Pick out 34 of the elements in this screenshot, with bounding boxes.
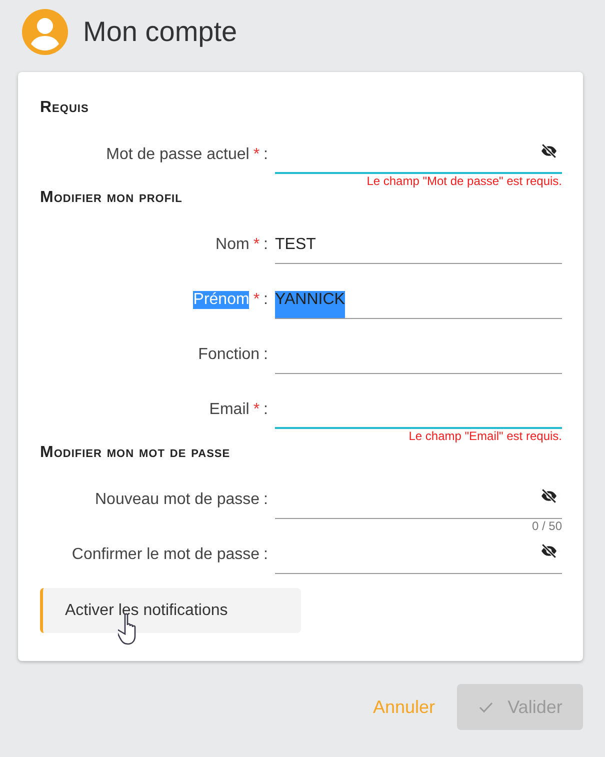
character-counter: 0 / 50 [532, 519, 562, 533]
label-colon: : [264, 401, 268, 419]
field-label: Email [209, 401, 250, 419]
notifications-button[interactable]: Activer les notifications [40, 588, 301, 633]
label-colon: : [264, 346, 268, 364]
label-colon: : [264, 291, 268, 309]
user-avatar-icon [22, 9, 68, 55]
required-asterisk: * [253, 291, 260, 309]
field-label: Confirmer le mot de passe [72, 546, 260, 564]
eye-slash-icon[interactable] [540, 542, 558, 560]
error-message: Le champ "Email" est requis. [408, 429, 562, 443]
required-asterisk: * [253, 236, 260, 254]
label-colon: : [264, 546, 268, 564]
label-colon: : [264, 491, 268, 509]
error-message: Le champ "Mot de passe" est requis. [366, 174, 562, 188]
field-label: Fonction [198, 346, 260, 364]
eye-slash-icon[interactable] [540, 487, 558, 505]
label-colon: : [264, 236, 268, 254]
input-field[interactable]: TEST [275, 224, 562, 264]
field-label: Mot de passe actuel [106, 146, 250, 164]
required-asterisk: * [253, 401, 260, 419]
field-value: YANNICK [275, 291, 345, 318]
section-heading: Modifier mon profil [40, 188, 182, 208]
page-title: Mon compte [83, 16, 238, 48]
field-value: TEST [275, 236, 316, 255]
section-heading: Modifier mon mot de passe [40, 443, 230, 463]
field-label: Nouveau mot de passe [95, 491, 260, 509]
label-colon: : [264, 146, 268, 164]
required-asterisk: * [253, 146, 260, 164]
field-label: Nom [216, 236, 250, 254]
eye-slash-icon[interactable] [540, 142, 558, 160]
field-label: Prénom [193, 291, 250, 309]
input-field[interactable]: YANNICK [275, 279, 562, 319]
section-heading: Requis [40, 98, 89, 118]
